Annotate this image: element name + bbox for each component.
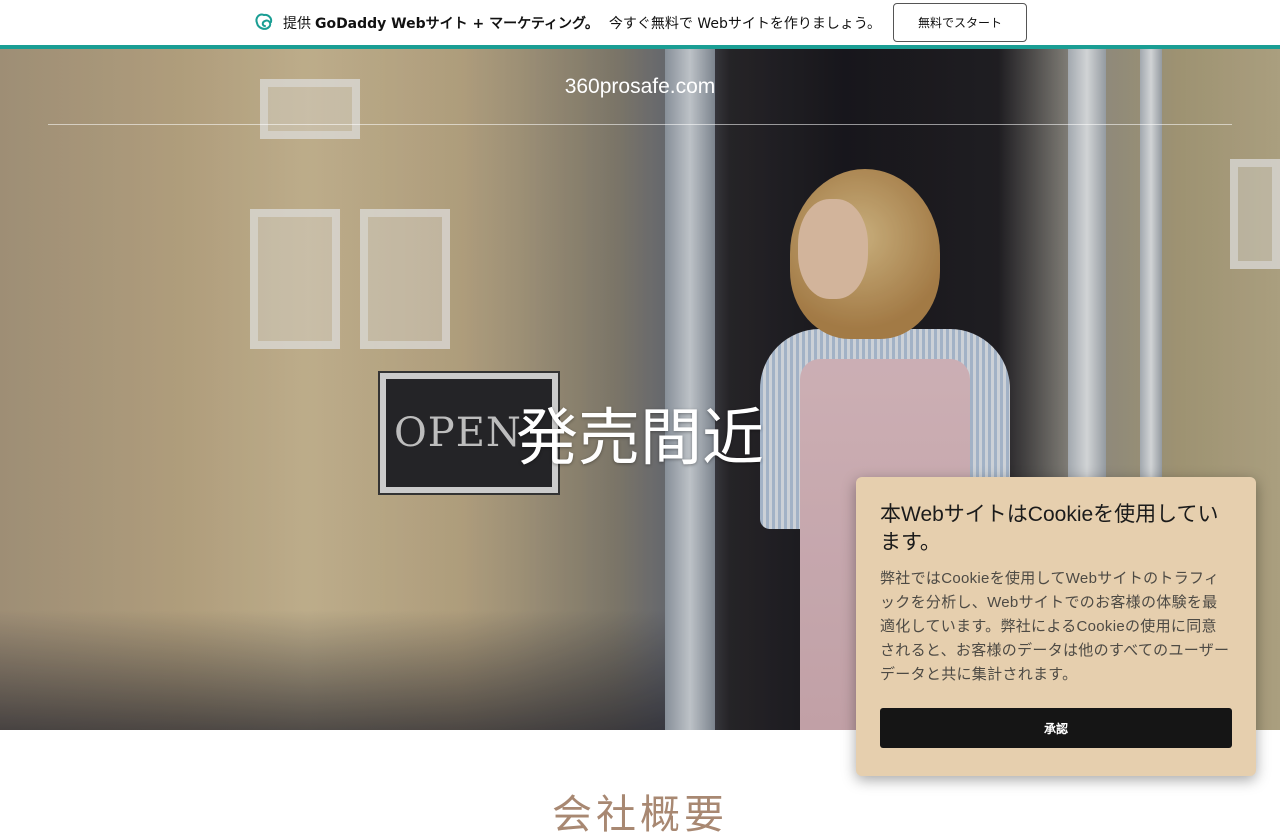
cookie-body: 弊社ではCookieを使用してWebサイトのトラフィックを分析し、Webサイトで…: [880, 570, 1230, 683]
cookie-consent-dialog: 本WebサイトはCookieを使用しています。 弊社ではCookieを使用してW…: [856, 477, 1256, 776]
promo-provided-text: 提供: [282, 15, 311, 32]
promo-brand-text: GoDaddy Webサイト + マーケティング。: [314, 15, 599, 32]
hero-divider: [48, 124, 1232, 125]
promo-bar: 提供 GoDaddy Webサイト + マーケティング。 今すぐ無料で Webサ…: [0, 0, 1280, 45]
godaddy-logo-icon: [253, 12, 275, 34]
hero-headline: 発売間近: [515, 404, 764, 473]
start-free-button[interactable]: 無料でスタート: [893, 3, 1028, 42]
site-name[interactable]: 360prosafe.com: [0, 75, 1280, 99]
cookie-accept-button[interactable]: 承認: [880, 708, 1232, 748]
promo-tagline: 今すぐ無料で Webサイトを作りましょう。: [608, 15, 882, 32]
cookie-title: 本WebサイトはCookieを使用しています。: [880, 503, 1219, 554]
section-title: 会社概要: [552, 793, 728, 837]
